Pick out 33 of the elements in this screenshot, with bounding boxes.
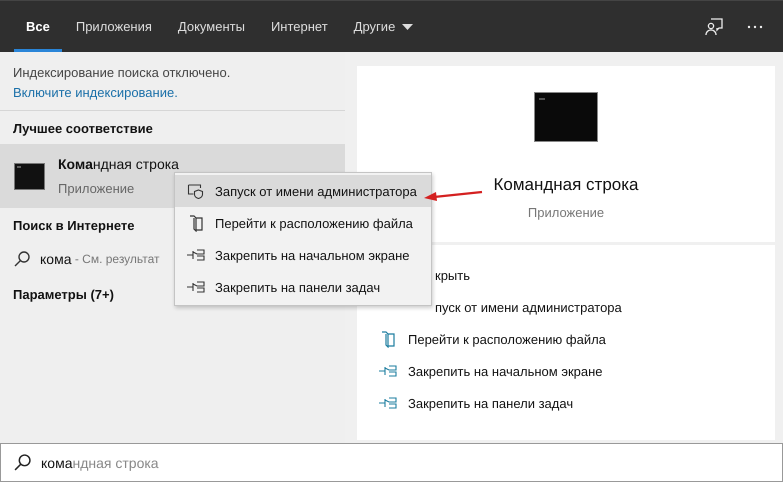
notice-text: Индексирование поиска отключено.	[13, 65, 232, 80]
arrow	[424, 189, 484, 201]
pin-icon	[187, 281, 205, 293]
action-item[interactable]: Перейти к расположению файла	[379, 323, 775, 355]
shield-icon	[187, 184, 205, 198]
section-heading: Поиск в Интернете	[13, 218, 134, 233]
folder-icon	[187, 214, 205, 232]
search-field[interactable]: командная строка	[0, 443, 783, 482]
preview-subtitle: Приложение	[528, 205, 604, 220]
tab[interactable]: Приложения	[64, 1, 164, 52]
section-heading: Параметры (7+)	[13, 287, 114, 302]
search-icon	[14, 251, 30, 267]
terminal-icon	[534, 92, 598, 142]
pin-icon	[379, 365, 397, 377]
pin-icon	[379, 397, 397, 409]
menu-item[interactable]: Запуск от имени администратора	[175, 175, 431, 207]
feedback-icon[interactable]	[705, 18, 723, 36]
action-item[interactable]: Закрепить на панели задач	[379, 387, 775, 419]
preview-title: Командная строка	[493, 175, 639, 195]
tab[interactable]: Документы	[166, 1, 257, 52]
action-item[interactable]: Закрепить на начальном экране	[379, 355, 775, 387]
tab[interactable]: Интернет	[258, 1, 340, 52]
menu-item[interactable]: Закрепить на начальном экране	[175, 239, 431, 271]
folder-icon	[379, 330, 397, 348]
pin-icon	[187, 249, 205, 261]
section-heading: Лучшее соответствие	[13, 121, 153, 136]
search-icon	[14, 454, 31, 471]
menu-item[interactable]: Закрепить на панели задач	[175, 271, 431, 303]
more-icon[interactable]	[747, 24, 763, 28]
menu-item[interactable]: Перейти к расположению файла	[175, 207, 431, 239]
tab[interactable]: Другие	[342, 1, 426, 52]
enable-indexing-link[interactable]: Включите индексирование.	[13, 85, 178, 100]
terminal-icon	[14, 162, 45, 190]
